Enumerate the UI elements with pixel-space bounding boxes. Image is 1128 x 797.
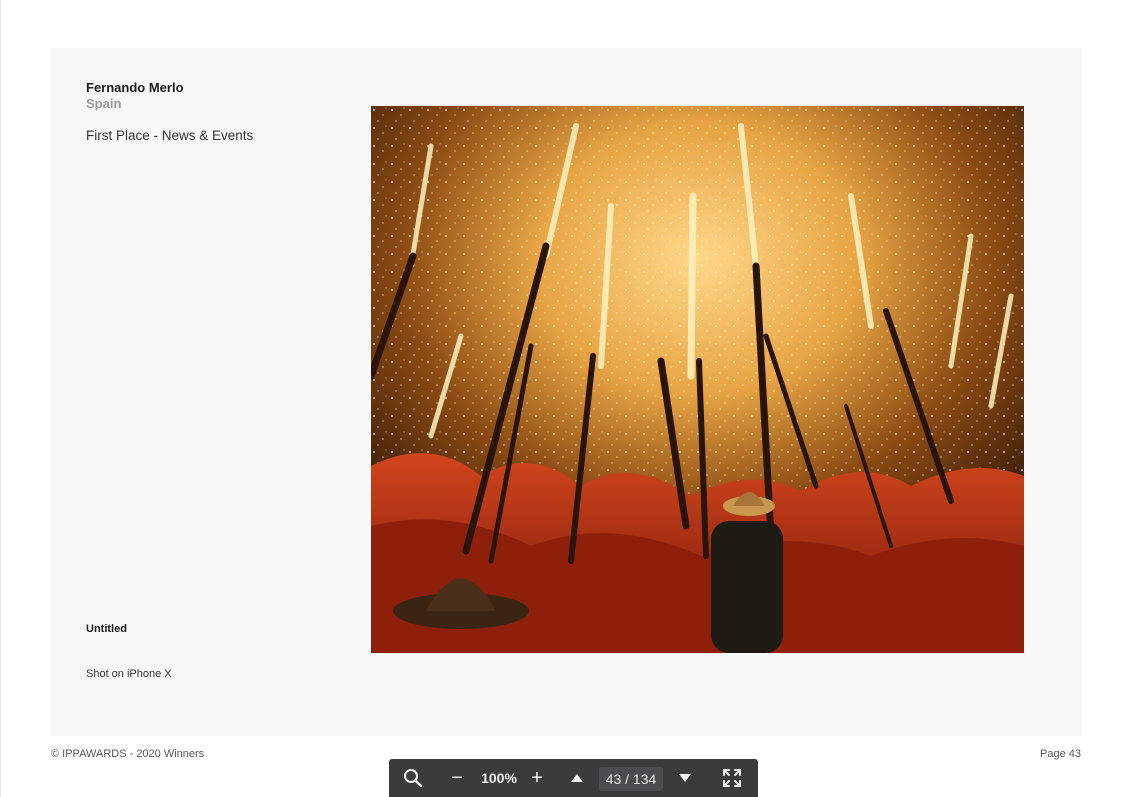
fullscreen-button[interactable] (721, 759, 743, 797)
photo-illustration (371, 106, 1024, 653)
fullscreen-icon (723, 769, 741, 787)
triangle-up-icon (571, 774, 583, 782)
zoom-out-button[interactable]: − (447, 759, 467, 797)
document-page: Fernando Merlo Spain First Place - News … (51, 48, 1082, 736)
footer-copyright: © IPPAWARDS - 2020 Winners (51, 748, 205, 760)
zoom-in-button[interactable]: + (527, 759, 547, 797)
winning-photo (371, 106, 1024, 653)
search-button[interactable] (401, 759, 425, 797)
camera-info: Shot on iPhone X (86, 668, 172, 680)
zoom-level: 100% (481, 770, 517, 786)
footer-page-label: Page 43 (1040, 748, 1081, 760)
viewer-toolbar: − 100% + 43 / 134 (389, 759, 758, 797)
award-category: First Place - News & Events (86, 128, 254, 143)
previous-page-button[interactable] (567, 759, 587, 797)
photographer-country: Spain (86, 96, 122, 111)
triangle-down-icon (679, 774, 691, 782)
search-icon (404, 769, 423, 788)
document-viewer: Fernando Merlo Spain First Place - News … (0, 0, 1128, 797)
photographer-name: Fernando Merlo (86, 80, 184, 95)
next-page-button[interactable] (675, 759, 695, 797)
photo-title: Untitled (86, 623, 127, 635)
page-indicator[interactable]: 43 / 134 (599, 767, 663, 791)
